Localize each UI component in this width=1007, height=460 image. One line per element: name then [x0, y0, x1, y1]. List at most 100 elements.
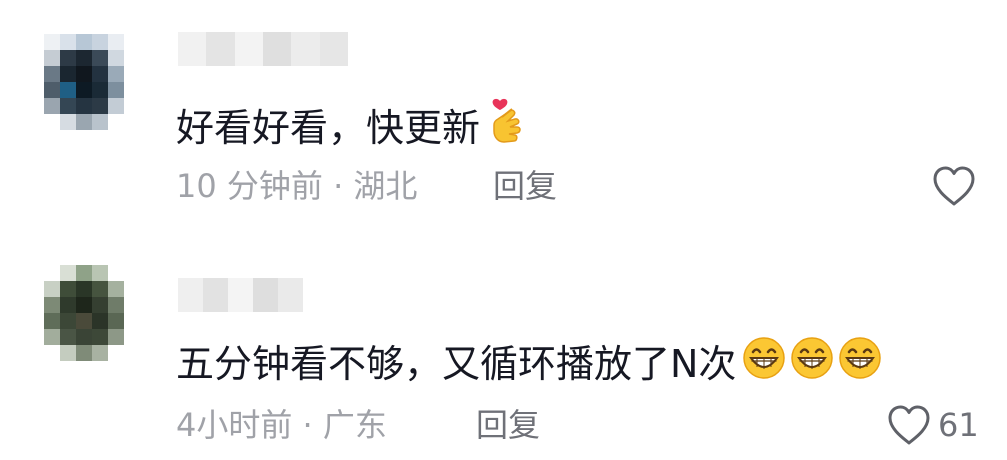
comment-meta: 10 分钟前 · 湖北 [176, 167, 418, 205]
avatar-pixel [76, 329, 92, 345]
avatar-pixel [124, 34, 140, 50]
like-count: 61 [938, 406, 979, 444]
avatar-pixel [124, 98, 140, 114]
avatar-pixel [44, 50, 60, 66]
avatar-pixel [108, 329, 124, 345]
avatar-pixel [44, 98, 60, 114]
avatar-pixel [108, 98, 124, 114]
avatar-pixel [108, 265, 124, 281]
avatar-pixel [124, 66, 140, 82]
avatar-pixel [92, 297, 108, 313]
avatar-pixel [124, 82, 140, 98]
avatar-pixel [108, 114, 124, 130]
avatar-pixel [76, 265, 92, 281]
grinning-face-icon [838, 336, 882, 391]
avatar-pixel [44, 345, 60, 361]
avatar-pixel [60, 313, 76, 329]
avatar-pixel [60, 265, 76, 281]
avatar-pixel [60, 345, 76, 361]
comment-text-row: 好看好看，快更新 [176, 97, 528, 158]
grinning-face-icon [742, 336, 786, 391]
avatar-pixel [124, 114, 140, 130]
avatar-pixel [76, 82, 92, 98]
avatar-pixel [108, 297, 124, 313]
avatar-pixel [44, 34, 60, 50]
avatar-pixel [76, 98, 92, 114]
username-pixel [319, 32, 348, 66]
avatar-pixel [76, 50, 92, 66]
avatar-pixel [124, 313, 140, 329]
avatar-pixel [60, 329, 76, 345]
emoji-row [742, 336, 882, 391]
avatar-pixel [76, 114, 92, 130]
avatar-pixel [76, 345, 92, 361]
avatar-pixel [44, 313, 60, 329]
reply-button[interactable]: 回复 [476, 405, 540, 445]
avatar-pixel [124, 329, 140, 345]
avatar-pixel [44, 297, 60, 313]
comment-text: 好看好看，快更新 [176, 105, 481, 150]
heart-icon [933, 166, 975, 206]
avatar-pixel [108, 66, 124, 82]
avatar-pixel [92, 34, 108, 50]
avatar-pixel [92, 313, 108, 329]
avatar-pixel [108, 34, 124, 50]
avatar-pixel [76, 66, 92, 82]
avatar-pixel [60, 50, 76, 66]
avatar-pixel [108, 281, 124, 297]
avatar-pixel [60, 34, 76, 50]
avatar-pixel [76, 297, 92, 313]
avatar-pixel [44, 66, 60, 82]
avatar-pixel [60, 114, 76, 130]
heart-icon [888, 405, 930, 445]
comment-text-row: 五分钟看不够，又循环播放了N次 [176, 336, 882, 391]
avatar[interactable] [44, 265, 140, 361]
avatar-pixel [124, 297, 140, 313]
avatar-pixel [108, 345, 124, 361]
username-pixel [278, 278, 303, 312]
avatar-pixel [60, 281, 76, 297]
avatar-pixel [44, 114, 60, 130]
avatar-pixel [92, 50, 108, 66]
username-pixel [234, 32, 263, 66]
finger-heart-icon [488, 97, 528, 158]
comment-item: 五分钟看不够，又循环播放了N次 4小时前 · 广东 回复 61 [0, 230, 1007, 460]
avatar-pixel [124, 50, 140, 66]
avatar-pixel [92, 98, 108, 114]
avatar-pixel [92, 82, 108, 98]
username-pixel [178, 278, 203, 312]
avatar[interactable] [44, 34, 140, 130]
reply-button[interactable]: 回复 [493, 166, 557, 206]
avatar-pixel [76, 313, 92, 329]
username-pixel [291, 32, 320, 66]
comment-text: 五分钟看不够，又循环播放了N次 [176, 341, 737, 386]
avatar-pixel [60, 82, 76, 98]
avatar-pixel [92, 329, 108, 345]
avatar-pixel [124, 281, 140, 297]
avatar-pixel [108, 313, 124, 329]
avatar-pixel [92, 281, 108, 297]
username-pixel [253, 278, 278, 312]
avatar-pixel [92, 114, 108, 130]
avatar-pixel [92, 265, 108, 281]
username-pixel [206, 32, 235, 66]
username-pixel [262, 32, 292, 66]
avatar-pixel [124, 265, 140, 281]
avatar-pixel [124, 345, 140, 361]
username-blurred[interactable] [178, 278, 303, 312]
comment-item: 好看好看，快更新 10 分钟前 · 湖北 回复 [0, 0, 1007, 230]
avatar-pixel [44, 265, 60, 281]
like-button[interactable] [931, 164, 977, 208]
comment-meta: 4小时前 · 广东 [176, 406, 387, 444]
avatar-pixel [108, 82, 124, 98]
avatar-pixel [108, 50, 124, 66]
avatar-pixel [76, 281, 92, 297]
username-blurred[interactable] [178, 32, 348, 66]
avatar-pixel [60, 66, 76, 82]
grinning-face-icon [790, 336, 834, 391]
avatar-pixel [92, 66, 108, 82]
like-button[interactable]: 61 [886, 403, 979, 447]
avatar-pixel [44, 329, 60, 345]
username-pixel [228, 278, 253, 312]
avatar-pixel [60, 98, 76, 114]
